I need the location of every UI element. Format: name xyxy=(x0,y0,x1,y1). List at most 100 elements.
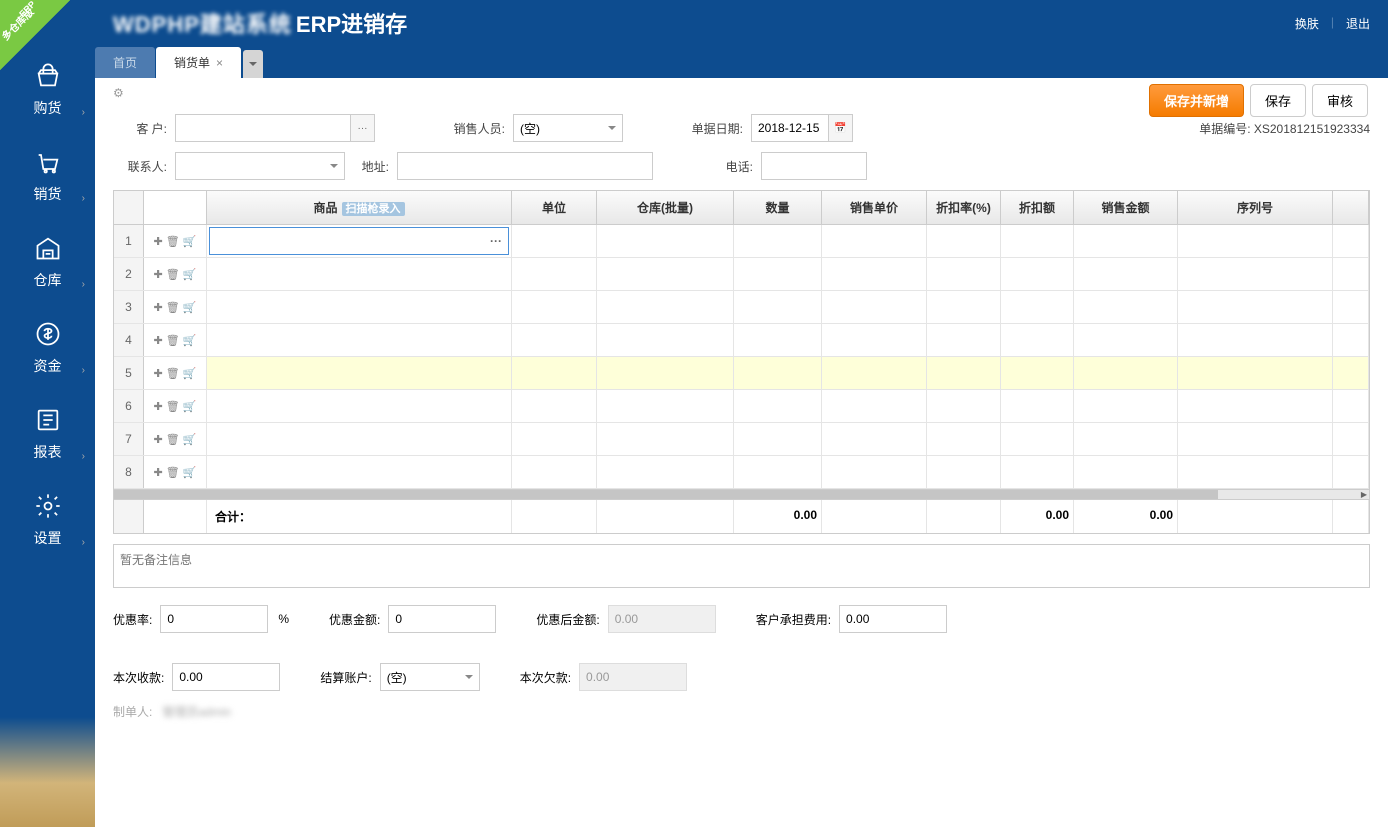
cell-warehouse[interactable] xyxy=(597,390,734,422)
cart-row-icon[interactable]: 🛒 xyxy=(183,235,197,248)
cell-amount[interactable] xyxy=(1074,390,1178,422)
cell-product[interactable] xyxy=(207,423,512,455)
cell-unit[interactable] xyxy=(512,258,597,290)
contact-select[interactable] xyxy=(175,152,345,180)
cell-discrate[interactable] xyxy=(927,357,1001,389)
audit-button[interactable]: 审核 xyxy=(1312,84,1368,117)
tab-home[interactable]: 首页 xyxy=(95,47,155,78)
sidebar-item-settings[interactable]: 设置› xyxy=(0,476,95,562)
customer-lookup-button[interactable]: ··· xyxy=(351,114,375,142)
grid-h-scrollbar[interactable]: ▶ xyxy=(114,489,1369,499)
cell-qty[interactable] xyxy=(734,291,822,323)
sidebar-item-sales[interactable]: 销货› xyxy=(0,132,95,218)
delete-row-icon[interactable]: 🗑 xyxy=(166,235,180,248)
delete-row-icon[interactable]: 🗑 xyxy=(166,400,180,413)
customer-input[interactable] xyxy=(175,114,351,142)
cell-product[interactable] xyxy=(207,258,512,290)
cell-discamt[interactable] xyxy=(1001,258,1074,290)
link-skin[interactable]: 换肤 xyxy=(1295,15,1319,32)
cell-discrate[interactable] xyxy=(927,456,1001,488)
cart-row-icon[interactable]: 🛒 xyxy=(183,367,197,380)
cell-amount[interactable] xyxy=(1074,456,1178,488)
cell-discamt[interactable] xyxy=(1001,390,1074,422)
cell-amount[interactable] xyxy=(1074,291,1178,323)
delete-row-icon[interactable]: 🗑 xyxy=(166,433,180,446)
cell-qty[interactable] xyxy=(734,225,822,257)
cell-product[interactable] xyxy=(207,291,512,323)
cell-price[interactable] xyxy=(822,225,927,257)
cell-discamt[interactable] xyxy=(1001,357,1074,389)
delete-row-icon[interactable]: 🗑 xyxy=(166,367,180,380)
cell-discrate[interactable] xyxy=(927,423,1001,455)
product-input-active[interactable]: ··· xyxy=(209,227,509,255)
cell-price[interactable] xyxy=(822,390,927,422)
cart-row-icon[interactable]: 🛒 xyxy=(183,433,197,446)
cell-amount[interactable] xyxy=(1074,357,1178,389)
cell-discrate[interactable] xyxy=(927,390,1001,422)
cell-serial[interactable] xyxy=(1178,390,1333,422)
add-row-icon[interactable]: ✚ xyxy=(154,334,163,347)
cell-amount[interactable] xyxy=(1074,324,1178,356)
discount-rate-input[interactable] xyxy=(160,605,268,633)
cell-unit[interactable] xyxy=(512,324,597,356)
cell-product[interactable] xyxy=(207,390,512,422)
cell-price[interactable] xyxy=(822,291,927,323)
close-icon[interactable]: × xyxy=(216,56,223,70)
add-row-icon[interactable]: ✚ xyxy=(154,301,163,314)
save-and-new-button[interactable]: 保存并新增 xyxy=(1149,84,1244,117)
delete-row-icon[interactable]: 🗑 xyxy=(166,334,180,347)
cart-row-icon[interactable]: 🛒 xyxy=(183,466,197,479)
cart-row-icon[interactable]: 🛒 xyxy=(183,301,197,314)
settings-gear-icon[interactable]: ⚙ xyxy=(113,86,124,100)
cell-price[interactable] xyxy=(822,357,927,389)
cell-serial[interactable] xyxy=(1178,423,1333,455)
cell-warehouse[interactable] xyxy=(597,423,734,455)
cell-serial[interactable] xyxy=(1178,324,1333,356)
salesperson-select[interactable]: (空) xyxy=(513,114,623,142)
delete-row-icon[interactable]: 🗑 xyxy=(166,301,180,314)
cell-price[interactable] xyxy=(822,258,927,290)
sidebar-item-funds[interactable]: 资金› xyxy=(0,304,95,390)
sidebar-item-report[interactable]: 报表› xyxy=(0,390,95,476)
cell-product[interactable]: ··· xyxy=(207,225,512,257)
cell-amount[interactable] xyxy=(1074,225,1178,257)
customer-fee-input[interactable] xyxy=(839,605,947,633)
cell-discrate[interactable] xyxy=(927,225,1001,257)
cell-warehouse[interactable] xyxy=(597,225,734,257)
cell-discamt[interactable] xyxy=(1001,291,1074,323)
cell-discrate[interactable] xyxy=(927,291,1001,323)
cell-discrate[interactable] xyxy=(927,258,1001,290)
cell-qty[interactable] xyxy=(734,456,822,488)
cart-row-icon[interactable]: 🛒 xyxy=(183,334,197,347)
cell-warehouse[interactable] xyxy=(597,291,734,323)
cell-serial[interactable] xyxy=(1178,291,1333,323)
add-row-icon[interactable]: ✚ xyxy=(154,235,163,248)
cell-unit[interactable] xyxy=(512,390,597,422)
cell-warehouse[interactable] xyxy=(597,456,734,488)
product-text-input[interactable] xyxy=(210,228,484,254)
cell-qty[interactable] xyxy=(734,324,822,356)
cell-qty[interactable] xyxy=(734,357,822,389)
cell-discamt[interactable] xyxy=(1001,456,1074,488)
cell-price[interactable] xyxy=(822,423,927,455)
cell-serial[interactable] xyxy=(1178,357,1333,389)
this-receipt-input[interactable] xyxy=(172,663,280,691)
account-select[interactable]: (空) xyxy=(380,663,480,691)
cell-discrate[interactable] xyxy=(927,324,1001,356)
add-row-icon[interactable]: ✚ xyxy=(154,367,163,380)
sidebar-item-warehouse[interactable]: 仓库› xyxy=(0,218,95,304)
cell-warehouse[interactable] xyxy=(597,324,734,356)
cell-discamt[interactable] xyxy=(1001,324,1074,356)
cell-amount[interactable] xyxy=(1074,423,1178,455)
save-button[interactable]: 保存 xyxy=(1250,84,1306,117)
date-input[interactable] xyxy=(751,114,829,142)
cell-warehouse[interactable] xyxy=(597,258,734,290)
cart-row-icon[interactable]: 🛒 xyxy=(183,400,197,413)
cart-row-icon[interactable]: 🛒 xyxy=(183,268,197,281)
cell-serial[interactable] xyxy=(1178,225,1333,257)
phone-input[interactable] xyxy=(761,152,867,180)
cell-discamt[interactable] xyxy=(1001,225,1074,257)
link-logout[interactable]: 退出 xyxy=(1346,15,1370,32)
delete-row-icon[interactable]: 🗑 xyxy=(166,268,180,281)
add-row-icon[interactable]: ✚ xyxy=(154,400,163,413)
